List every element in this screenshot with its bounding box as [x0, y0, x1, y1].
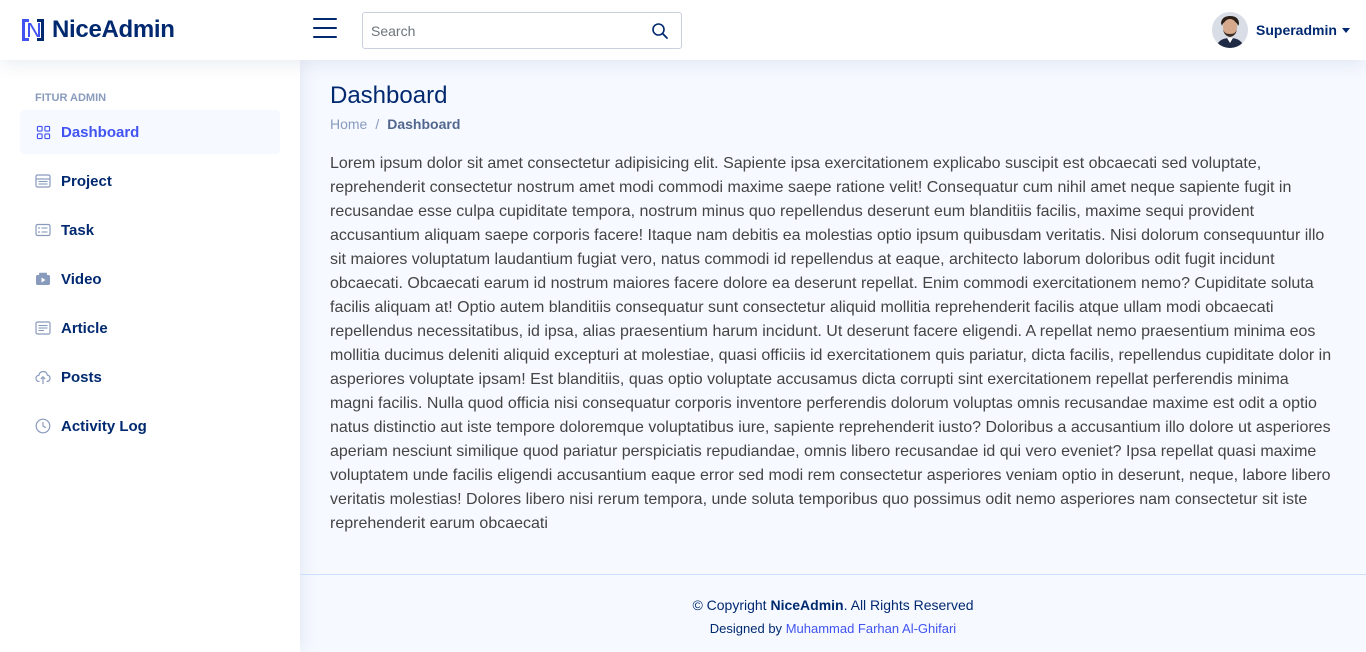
- breadcrumb: Home / Dashboard: [330, 116, 1336, 132]
- logo[interactable]: NiceAdmin: [20, 15, 175, 45]
- card-list-icon: [35, 222, 51, 238]
- breadcrumb-home-link[interactable]: Home: [330, 116, 367, 132]
- sidebar: FITUR ADMIN Dashboard Project Task Video…: [0, 60, 300, 652]
- sidebar-item-label: Posts: [61, 368, 102, 386]
- sidebar-item-task[interactable]: Task: [20, 208, 280, 252]
- logo-icon: [22, 19, 44, 41]
- breadcrumb-separator: /: [375, 116, 380, 132]
- breadcrumb-current: Dashboard: [387, 116, 461, 132]
- page-title: Dashboard: [330, 82, 448, 109]
- sidebar-toggle-button[interactable]: [313, 18, 337, 40]
- copyright-suffix: . All Rights Reserved: [843, 597, 974, 613]
- avatar-image: [1212, 12, 1248, 48]
- sidebar-item-dashboard[interactable]: Dashboard: [20, 110, 280, 154]
- profile-dropdown[interactable]: Superadmin: [1212, 12, 1350, 48]
- credits: Designed by Muhammad Farhan Al-Ghifari: [300, 621, 1366, 636]
- copyright-prefix: © Copyright: [692, 597, 767, 613]
- copyright: © Copyright NiceAdmin. All Rights Reserv…: [300, 597, 1366, 613]
- sidebar-item-label: Project: [61, 172, 112, 190]
- caret-down-icon: [1341, 27, 1350, 33]
- sidebar-item-label: Task: [61, 221, 95, 239]
- avatar: [1212, 12, 1248, 48]
- sidebar-item-project[interactable]: Project: [20, 159, 280, 203]
- sidebar-item-activity-log[interactable]: Activity Log: [20, 404, 280, 448]
- brand-name: NiceAdmin: [52, 16, 175, 43]
- header: NiceAdmin Superadmin: [0, 0, 1366, 60]
- sidebar-item-label: Video: [61, 270, 102, 288]
- cloud-upload-icon: [35, 369, 51, 385]
- camera-video-icon: [35, 271, 51, 287]
- sidebar-item-article[interactable]: Article: [20, 306, 280, 350]
- credits-prefix: Designed by: [709, 621, 783, 636]
- profile-name: Superadmin: [1256, 22, 1337, 38]
- sidebar-item-video[interactable]: Video: [20, 257, 280, 301]
- footer: © Copyright NiceAdmin. All Rights Reserv…: [300, 574, 1366, 652]
- copyright-brand: NiceAdmin: [770, 597, 844, 613]
- article-icon: [35, 320, 51, 336]
- sidebar-item-label: Article: [61, 319, 108, 337]
- sidebar-item-posts[interactable]: Posts: [20, 355, 280, 399]
- layout-text-icon: [35, 173, 51, 189]
- sidebar-item-label: Activity Log: [61, 417, 147, 435]
- search-bar: [362, 12, 682, 49]
- search-icon[interactable]: [651, 22, 669, 40]
- main-content: Dashboard Home / Dashboard Lorem ipsum d…: [300, 60, 1366, 575]
- grid-icon: [35, 124, 51, 140]
- designer-link[interactable]: Muhammad Farhan Al-Ghifari: [786, 621, 957, 636]
- menu-icon: [313, 18, 337, 20]
- search-input[interactable]: [363, 13, 633, 48]
- content-paragraph: Lorem ipsum dolor sit amet consectetur a…: [330, 155, 1332, 532]
- sidebar-item-label: Dashboard: [61, 123, 140, 141]
- sidebar-heading: FITUR ADMIN: [35, 92, 107, 104]
- clock-icon: [35, 418, 51, 434]
